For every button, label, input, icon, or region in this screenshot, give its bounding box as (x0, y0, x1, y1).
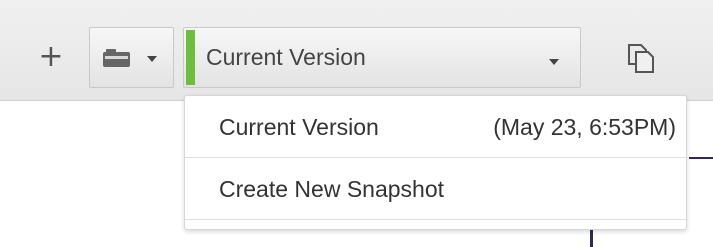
folder-menu-button[interactable] (89, 27, 174, 88)
version-select[interactable]: Current Version (183, 27, 581, 88)
version-dropdown-menu: Current Version (May 23, 6:53PM) Create … (184, 95, 687, 230)
version-select-value: Current Version (206, 44, 366, 70)
menu-item-label: Current Version (219, 114, 379, 140)
folder-icon (103, 49, 130, 67)
chevron-down-icon (549, 59, 559, 65)
menu-item-label: Create New Snapshot (219, 176, 445, 202)
menu-item-current-version[interactable]: Current Version (May 23, 6:53PM) (185, 96, 686, 158)
menu-item-create-snapshot[interactable]: Create New Snapshot (185, 158, 686, 220)
menu-item-timestamp: (May 23, 6:53PM) (493, 114, 676, 140)
version-color-indicator (186, 30, 195, 85)
chevron-down-icon (147, 56, 157, 62)
copy-button[interactable] (621, 38, 661, 78)
add-icon: + (38, 39, 64, 74)
app-stage: + Current Version Current Version (May 2… (0, 0, 713, 247)
copy-icon (628, 44, 654, 73)
add-button[interactable]: + (36, 39, 66, 75)
canvas-line-right (689, 157, 713, 159)
toolbar: + Current Version (0, 0, 713, 101)
